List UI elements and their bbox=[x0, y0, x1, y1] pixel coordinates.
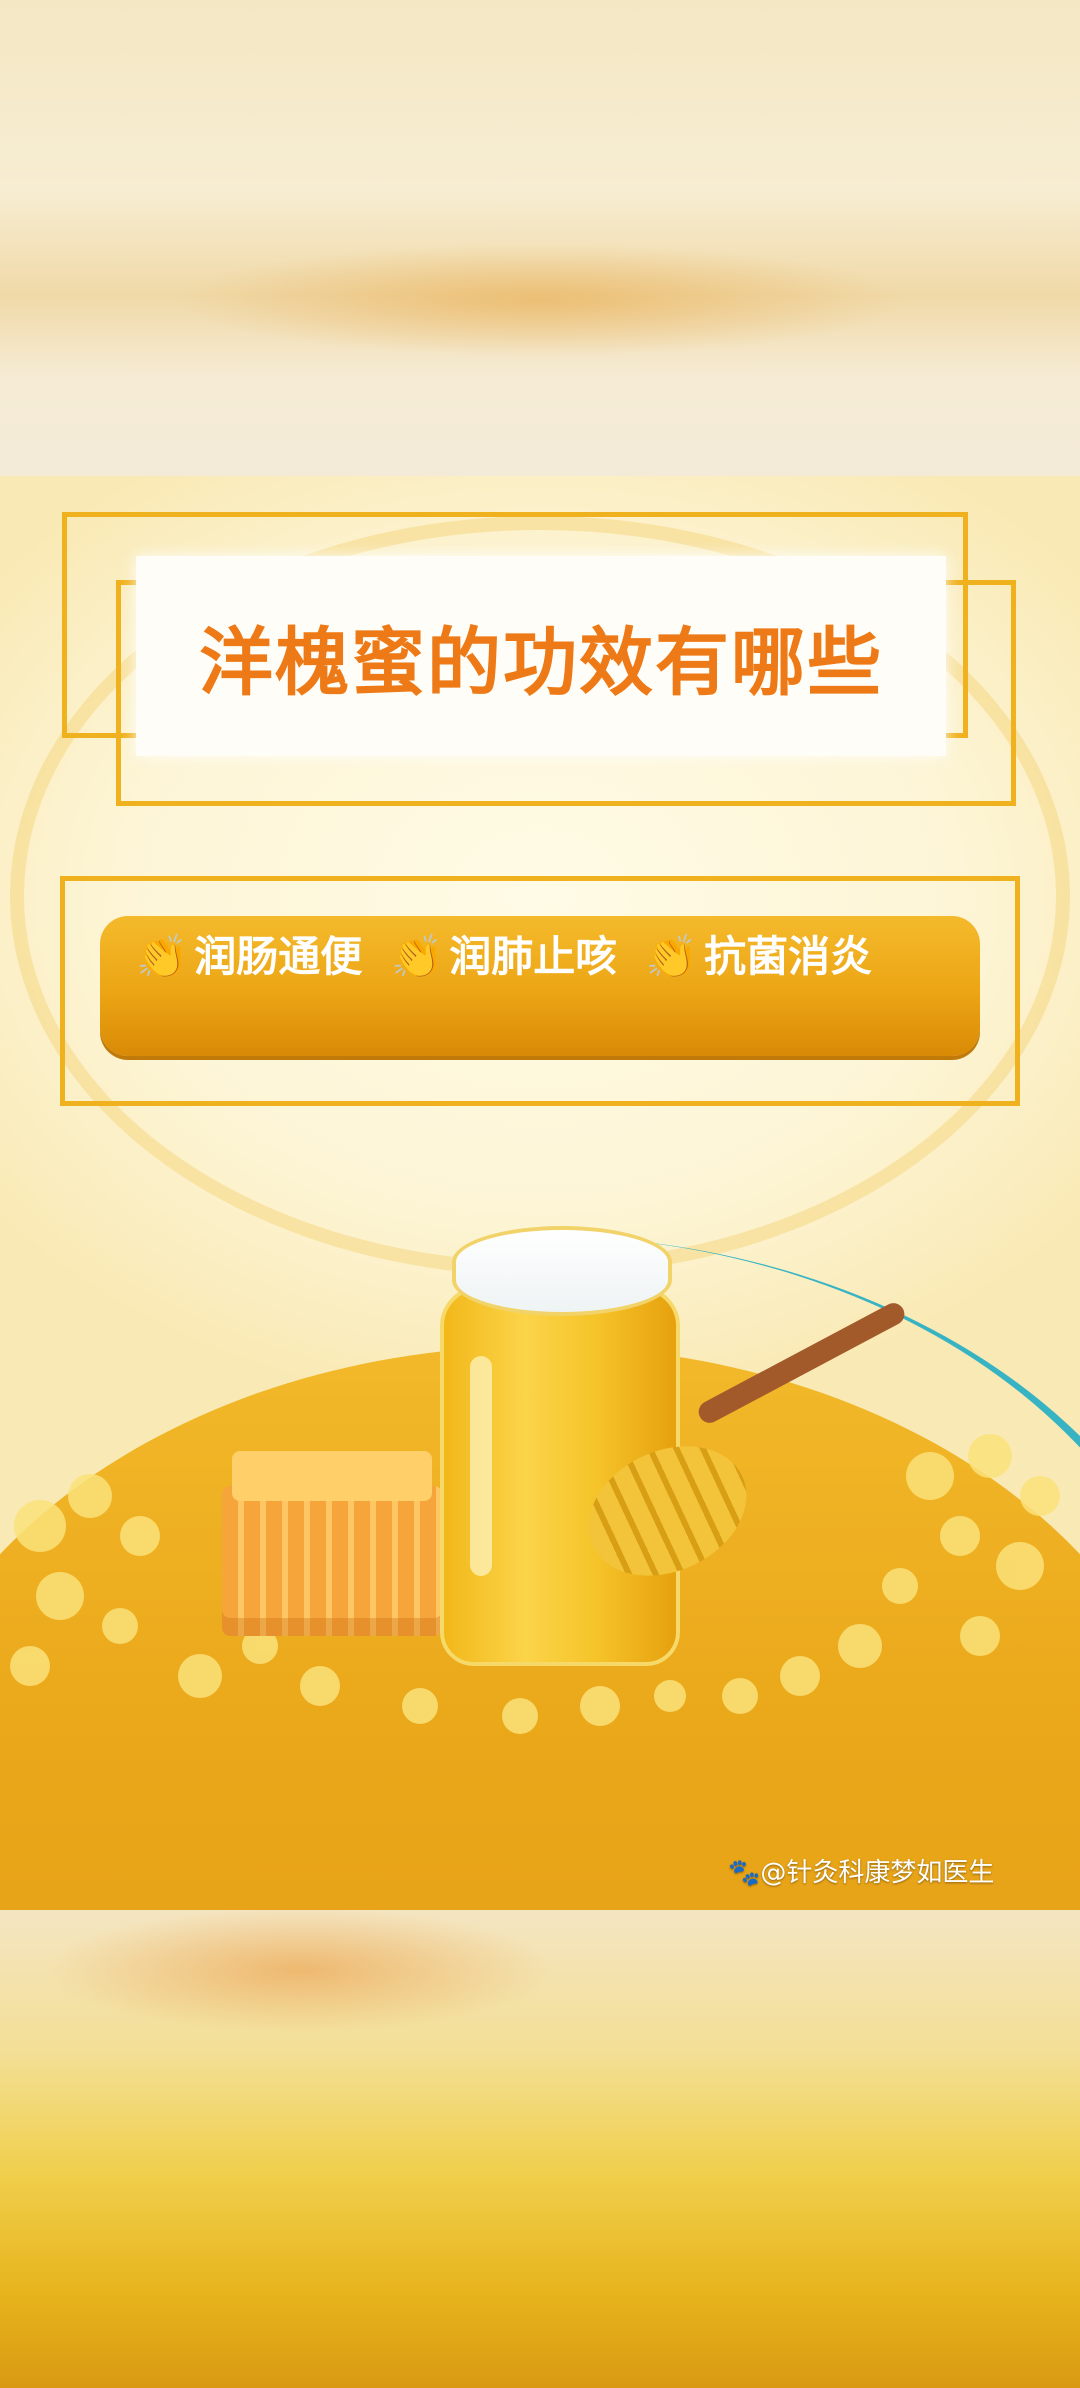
clapping-hands-icon: 👏 bbox=[136, 932, 189, 981]
benefit-label: 抗菌消炎 bbox=[704, 932, 873, 981]
honeycomb-illustration bbox=[222, 1486, 442, 1636]
poster-title: 洋槐蜜的功效有哪些 bbox=[199, 619, 883, 706]
benefits-banner: 👏 润肠通便 👏 润肺止咳 👏 抗菌消炎 bbox=[100, 916, 980, 1056]
poster-image: 洋槐蜜的功效有哪些 👏 润肠通便 👏 润肺止咳 👏 抗菌消炎 🐾@针灸科康梦如医生 bbox=[0, 476, 1080, 1910]
title-card: 洋槐蜜的功效有哪些 bbox=[136, 556, 946, 756]
paw-icon: 🐾 bbox=[728, 1858, 761, 1888]
honey-jar-lid bbox=[452, 1226, 672, 1316]
benefit-label: 润肺止咳 bbox=[449, 932, 618, 981]
blurred-background-top bbox=[0, 0, 1080, 476]
benefit-item: 👏 抗菌消炎 bbox=[646, 932, 872, 981]
watermark-text: @针灸科康梦如医生 bbox=[760, 1858, 995, 1888]
honeycomb-top bbox=[232, 1451, 432, 1501]
watermark: 🐾@针灸科康梦如医生 bbox=[728, 1852, 994, 1889]
clapping-hands-icon: 👏 bbox=[390, 932, 444, 981]
blurred-background-bottom bbox=[0, 1910, 1080, 2388]
jar-highlight bbox=[470, 1356, 492, 1576]
clapping-hands-icon: 👏 bbox=[645, 932, 699, 981]
benefit-label: 润肠通便 bbox=[194, 932, 363, 981]
benefit-item: 👏 润肺止咳 bbox=[391, 932, 617, 981]
benefit-item: 👏 润肠通便 bbox=[136, 932, 362, 981]
